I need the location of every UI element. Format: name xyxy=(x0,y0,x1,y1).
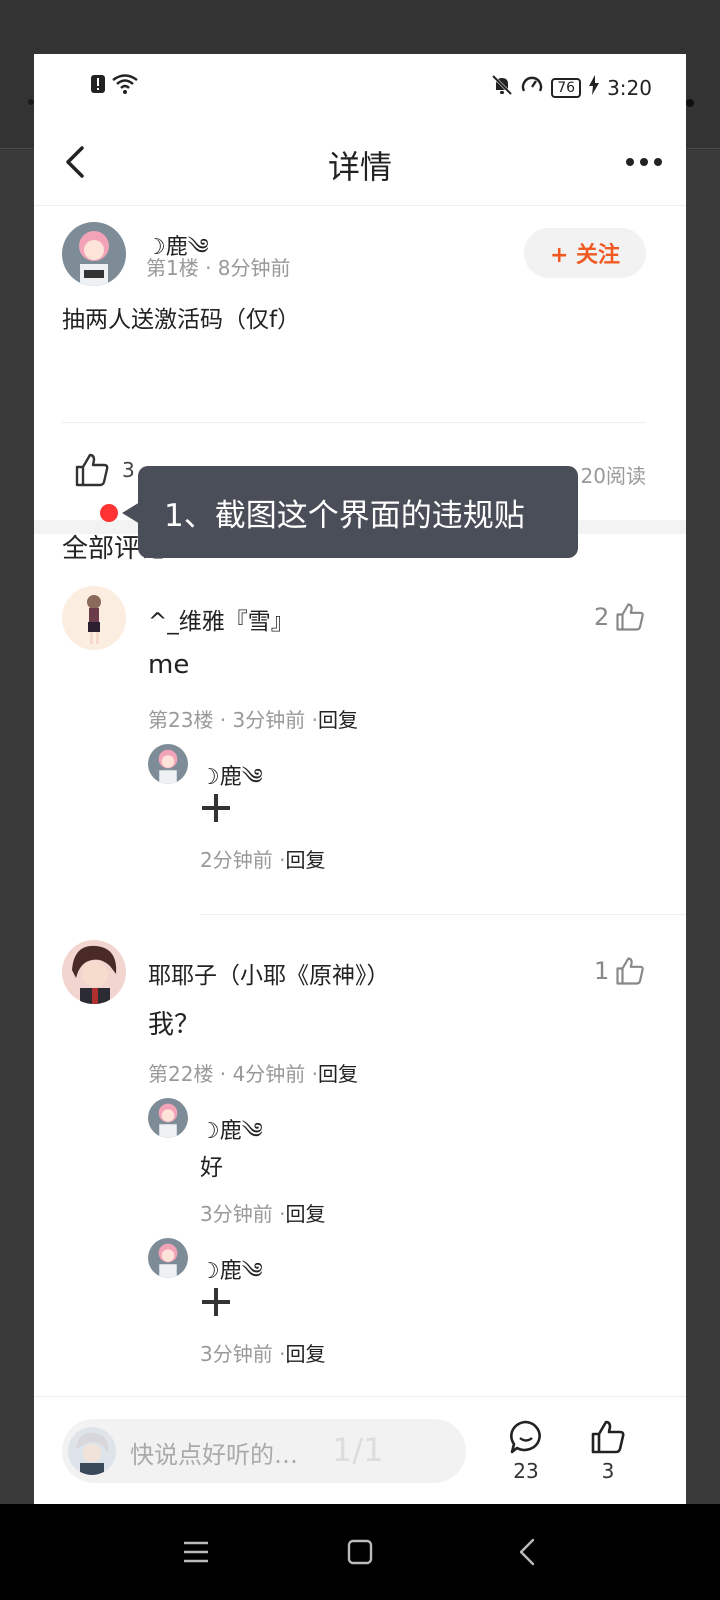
post-read-count: 20阅读 xyxy=(580,464,646,488)
plus-image xyxy=(200,1286,232,1318)
guide-tooltip[interactable]: 1、截图这个界面的违规贴 xyxy=(138,466,578,558)
menu-button[interactable] xyxy=(178,1534,214,1570)
thumbs-up-icon xyxy=(591,1420,625,1454)
thumbs-up-icon[interactable] xyxy=(74,452,110,488)
reply-meta: 3分钟前 ·回复 xyxy=(200,1338,325,1367)
clock-time: 3:20 xyxy=(607,75,652,100)
commenter-name[interactable]: ^_维雅『雪』 xyxy=(148,602,294,636)
input-placeholder: 快说点好听的… xyxy=(130,1441,298,1469)
system-navigation-bar xyxy=(0,1504,720,1600)
reply-link[interactable]: 回复 xyxy=(285,1202,325,1226)
post-content: 抽两人送激活码（仅f） xyxy=(62,307,301,333)
more-options-button[interactable] xyxy=(622,146,666,178)
comment-meta: 第23楼 · 3分钟前 ·回复 xyxy=(148,704,358,733)
comment-count: 23 xyxy=(513,1459,539,1483)
divider xyxy=(62,422,646,423)
comment-like-button[interactable]: 1 xyxy=(594,956,645,986)
comment-bubble-icon xyxy=(510,1420,541,1454)
menu-icon xyxy=(184,1541,208,1563)
follow-button[interactable]: + 关注 xyxy=(524,228,646,278)
status-bar: 76 3:20 xyxy=(34,54,686,120)
reply-time: 3分钟前 · xyxy=(200,1202,286,1226)
speed-gauge-icon xyxy=(521,74,543,101)
comment-like-count: 2 xyxy=(594,603,610,631)
commenter-avatar[interactable] xyxy=(62,586,126,650)
thumbs-up-icon xyxy=(616,603,645,631)
page-indicator: 1/1 xyxy=(332,1431,384,1469)
phone-screen: 76 3:20 详情 ☽鹿༄ 第1楼 · 8分钟前 + 关注 抽两人送激活码（仅… xyxy=(34,54,686,1504)
reply-time: 2分钟前 · xyxy=(200,848,286,872)
page-title: 详情 xyxy=(327,148,392,186)
background-dot xyxy=(686,99,694,107)
reply-link[interactable]: 回复 xyxy=(285,1342,325,1366)
user-avatar xyxy=(68,1427,116,1475)
comment-floor-time: 第23楼 · 3分钟前 · xyxy=(148,708,318,732)
author-avatar[interactable] xyxy=(62,222,126,286)
system-back-button[interactable] xyxy=(510,1534,546,1570)
comment-like-count: 1 xyxy=(594,957,610,985)
reply-link[interactable]: 回复 xyxy=(285,848,325,872)
home-button[interactable] xyxy=(342,1534,378,1570)
like-button[interactable]: 3 xyxy=(578,1419,638,1483)
reply-avatar[interactable] xyxy=(148,744,188,784)
dot xyxy=(626,158,634,166)
like-count: 3 xyxy=(601,1459,615,1483)
post-like-count: 3 xyxy=(122,458,135,482)
comment-text: me xyxy=(148,650,190,680)
comment-floor-time: 第22楼 · 4分钟前 · xyxy=(148,1062,318,1086)
mute-bell-icon xyxy=(491,74,513,101)
notification-dot xyxy=(100,504,118,522)
divider xyxy=(200,914,686,915)
comment-button[interactable]: 23 xyxy=(496,1419,556,1483)
commenter-name[interactable]: 耶耶子（小耶《原神》） xyxy=(148,956,390,990)
reply-link[interactable]: 回复 xyxy=(318,708,358,732)
top-navigation-bar: 详情 xyxy=(34,120,686,206)
alert-icon xyxy=(90,74,106,98)
back-chevron-icon xyxy=(519,1538,535,1566)
commenter-avatar[interactable] xyxy=(62,940,126,1004)
battery-indicator: 76 xyxy=(551,77,582,98)
reply-link[interactable]: 回复 xyxy=(318,1062,358,1086)
dot xyxy=(654,158,662,166)
comment-text: 我？ xyxy=(148,1010,201,1040)
thumbs-up-icon xyxy=(616,957,645,985)
comment-meta: 第22楼 · 4分钟前 ·回复 xyxy=(148,1058,358,1087)
reply-text: 好 xyxy=(200,1155,223,1181)
reply-time: 3分钟前 · xyxy=(200,1342,286,1366)
wifi-icon xyxy=(112,74,138,98)
post-meta: 第1楼 · 8分钟前 xyxy=(146,256,291,280)
home-square-icon xyxy=(347,1539,373,1565)
charging-icon xyxy=(589,75,600,100)
plus-image xyxy=(200,792,232,824)
reply-avatar[interactable] xyxy=(148,1098,188,1138)
dot xyxy=(640,158,648,166)
comment-input[interactable]: 快说点好听的… 1/1 xyxy=(62,1419,466,1483)
reply-meta: 3分钟前 ·回复 xyxy=(200,1198,325,1227)
reply-avatar[interactable] xyxy=(148,1238,188,1278)
comment-like-button[interactable]: 2 xyxy=(594,602,645,632)
reply-meta: 2分钟前 ·回复 xyxy=(200,844,325,873)
comment-input-bar: 快说点好听的… 1/1 23 3 xyxy=(34,1396,686,1504)
